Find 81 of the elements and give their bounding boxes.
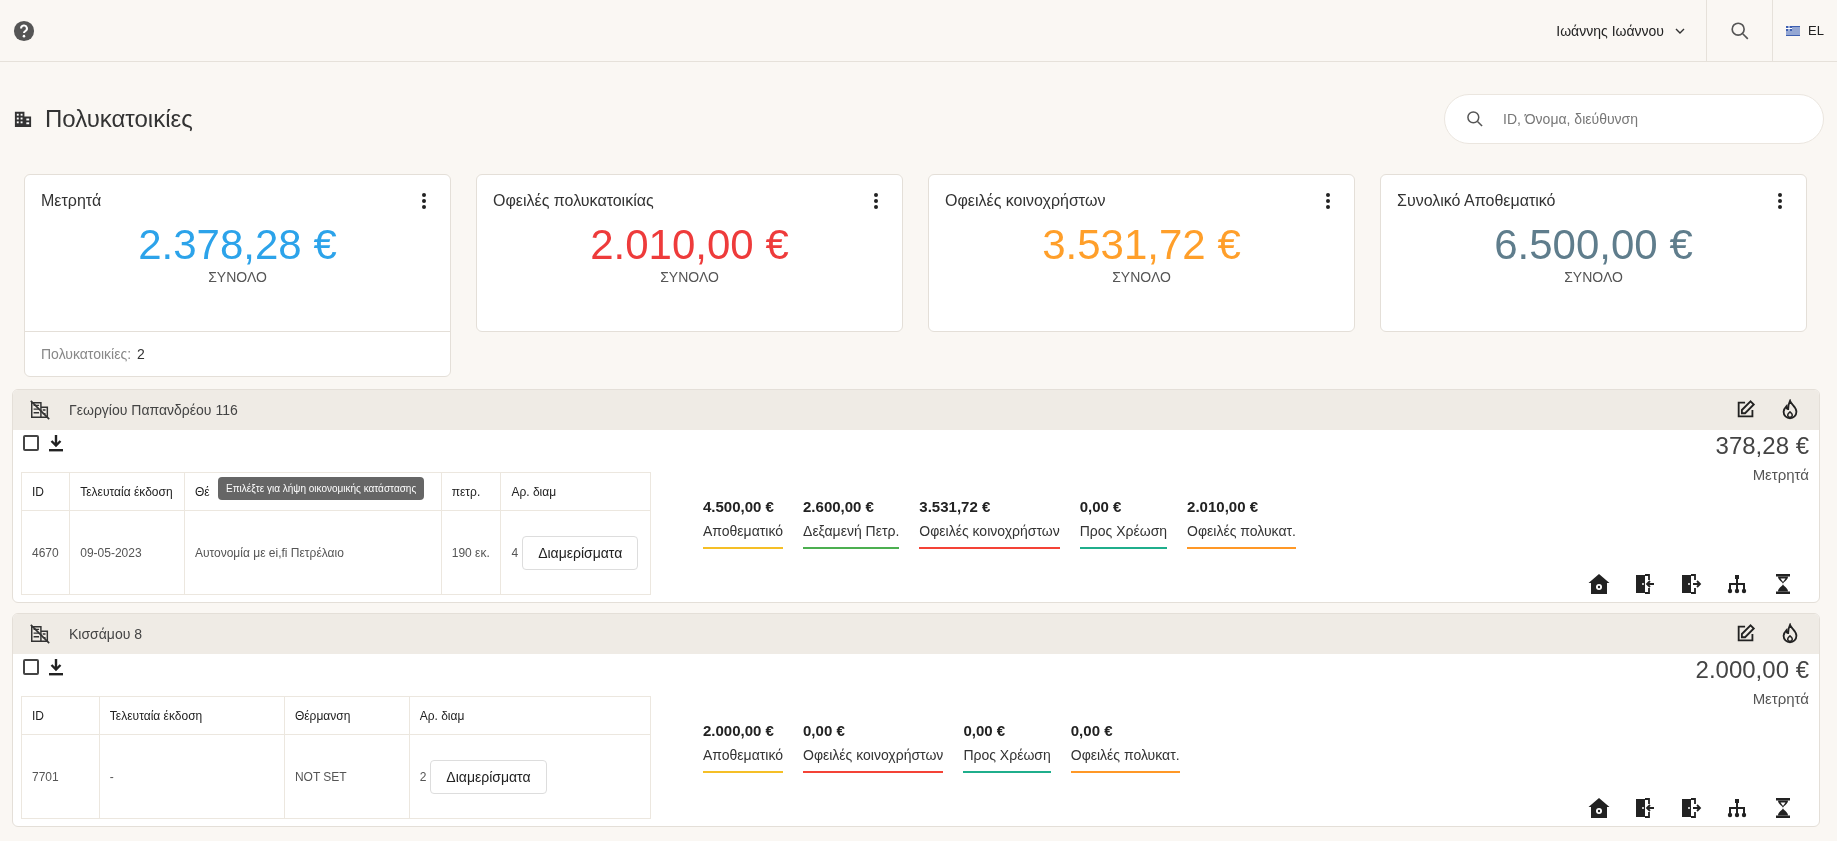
search-input[interactable]: ID, Όνομα, διεύθυνση — [1501, 109, 1803, 128]
column-header: Αρ. διαμ — [409, 696, 651, 735]
table-cell: 190 εκ. — [441, 510, 501, 595]
building-name: Κισσάμου 8 — [69, 626, 142, 642]
card-caption: ΣΥΝΟΛΟ — [660, 269, 719, 285]
cash-amount: 2.000,00 € — [1695, 656, 1809, 684]
page-title: Πολυκατοικίες — [45, 104, 193, 133]
search-icon — [1465, 108, 1485, 129]
card-caption: ΣΥΝΟΛΟ — [1564, 269, 1623, 285]
help-icon[interactable] — [13, 19, 35, 42]
column-header: ID — [21, 472, 70, 511]
search-field[interactable]: ID, Όνομα, διεύθυνση — [1444, 93, 1824, 144]
card-title: Οφειλές πολυκατοικίας — [493, 192, 654, 210]
column-header: πετρ. — [441, 472, 501, 511]
flag-icon — [1786, 25, 1801, 36]
door-exit-icon[interactable] — [1679, 572, 1703, 596]
card-amount: 6.500,00 € — [1494, 221, 1693, 269]
card-amount: 2.010,00 € — [590, 221, 789, 269]
door-enter-icon[interactable] — [1633, 572, 1657, 596]
stat-amount: 3.531,72 € — [919, 497, 992, 515]
apartments-button[interactable]: Διαμερίσματα — [522, 535, 639, 570]
column-header: ID — [21, 696, 100, 735]
card-caption: ΣΥΝΟΛΟ — [208, 269, 267, 285]
stat-amount: 0,00 € — [1070, 721, 1114, 739]
table-cell: 7701 — [21, 734, 100, 819]
card-title: Μετρητά — [41, 192, 102, 210]
footer-value: 2 — [137, 346, 145, 362]
stat-amount: 2.600,00 € — [803, 497, 875, 515]
apartments-button[interactable]: Διαμερίσματα — [430, 759, 547, 794]
stat-label: Αποθεματικό — [703, 746, 784, 773]
download-icon[interactable] — [47, 434, 65, 452]
stat-label: Αποθεματικό — [703, 522, 784, 549]
stat-label: Οφειλές κοινοχρήστων — [803, 746, 944, 773]
download-icon[interactable] — [47, 658, 65, 676]
card-amount: 2.378,28 € — [138, 221, 337, 269]
user-menu-button[interactable]: Ιωάννης Ιωάννου — [1536, 0, 1706, 62]
house-icon[interactable] — [1587, 796, 1611, 820]
stat-label: Οφειλές πολυκατ. — [1187, 522, 1296, 549]
building-off-icon — [29, 399, 51, 421]
house-icon[interactable] — [1587, 572, 1611, 596]
stat-label: Προς Χρέωση — [1079, 522, 1168, 549]
stat-label: Οφειλές πολυκατ. — [1070, 746, 1180, 773]
checkbox[interactable] — [23, 435, 39, 451]
stat-amount: 0,00 € — [1079, 497, 1123, 515]
door-enter-icon[interactable] — [1633, 796, 1657, 820]
table-cell: 09-05-2023 — [69, 510, 185, 595]
table-cell: NOT SET — [284, 734, 410, 819]
footer-label: Πολυκατοικίες: — [41, 346, 132, 362]
door-exit-icon[interactable] — [1679, 796, 1703, 820]
checkbox[interactable] — [23, 659, 39, 675]
card-title: Οφειλές κοινοχρήστων — [945, 192, 1106, 210]
column-header: Αρ. διαμ — [500, 472, 651, 511]
column-header: Τελευταία έκδοση — [69, 472, 185, 511]
apartment-count: 4 — [511, 545, 519, 560]
apartment-count: 2 — [419, 769, 427, 784]
card-amount: 3.531,72 € — [1042, 221, 1241, 269]
cash-label: Μετρητά — [1752, 466, 1809, 483]
cash-amount: 378,28 € — [1715, 432, 1809, 460]
hierarchy-icon[interactable] — [1725, 796, 1749, 820]
search-icon — [1728, 19, 1751, 42]
stat-label: Δεξαμενή Πετρ. — [803, 522, 900, 549]
tooltip: Επιλέξτε για λήψη οικονομικής κατάστασης — [218, 477, 425, 500]
building-off-icon — [29, 623, 51, 645]
table-cell: - — [99, 734, 285, 819]
card-title: Συνολικό Αποθεματικό — [1397, 192, 1556, 210]
stat-label: Οφειλές κοινοχρήστων — [919, 522, 1060, 549]
cash-label: Μετρητά — [1752, 690, 1809, 707]
card-caption: ΣΥΝΟΛΟ — [1112, 269, 1171, 285]
table-cell: 4670 — [21, 510, 70, 595]
stat-amount: 4.500,00 € — [703, 497, 775, 515]
column-header: Θέρμανση — [284, 696, 410, 735]
stat-label: Προς Χρέωση — [963, 746, 1051, 773]
column-header: Τελευταία έκδοση — [99, 696, 285, 735]
hierarchy-icon[interactable] — [1725, 572, 1749, 596]
table-cell: Αυτονομία με ei,fi Πετρέλαιο — [184, 510, 442, 595]
building-name: Γεωργίου Παπανδρέου 116 — [69, 402, 238, 418]
stat-amount: 0,00 € — [963, 721, 1007, 739]
stat-amount: 2.000,00 € — [703, 721, 775, 739]
stat-amount: 0,00 € — [803, 721, 846, 739]
stat-amount: 2.010,00 € — [1187, 497, 1259, 515]
language-button[interactable]: EL — [1772, 0, 1837, 62]
